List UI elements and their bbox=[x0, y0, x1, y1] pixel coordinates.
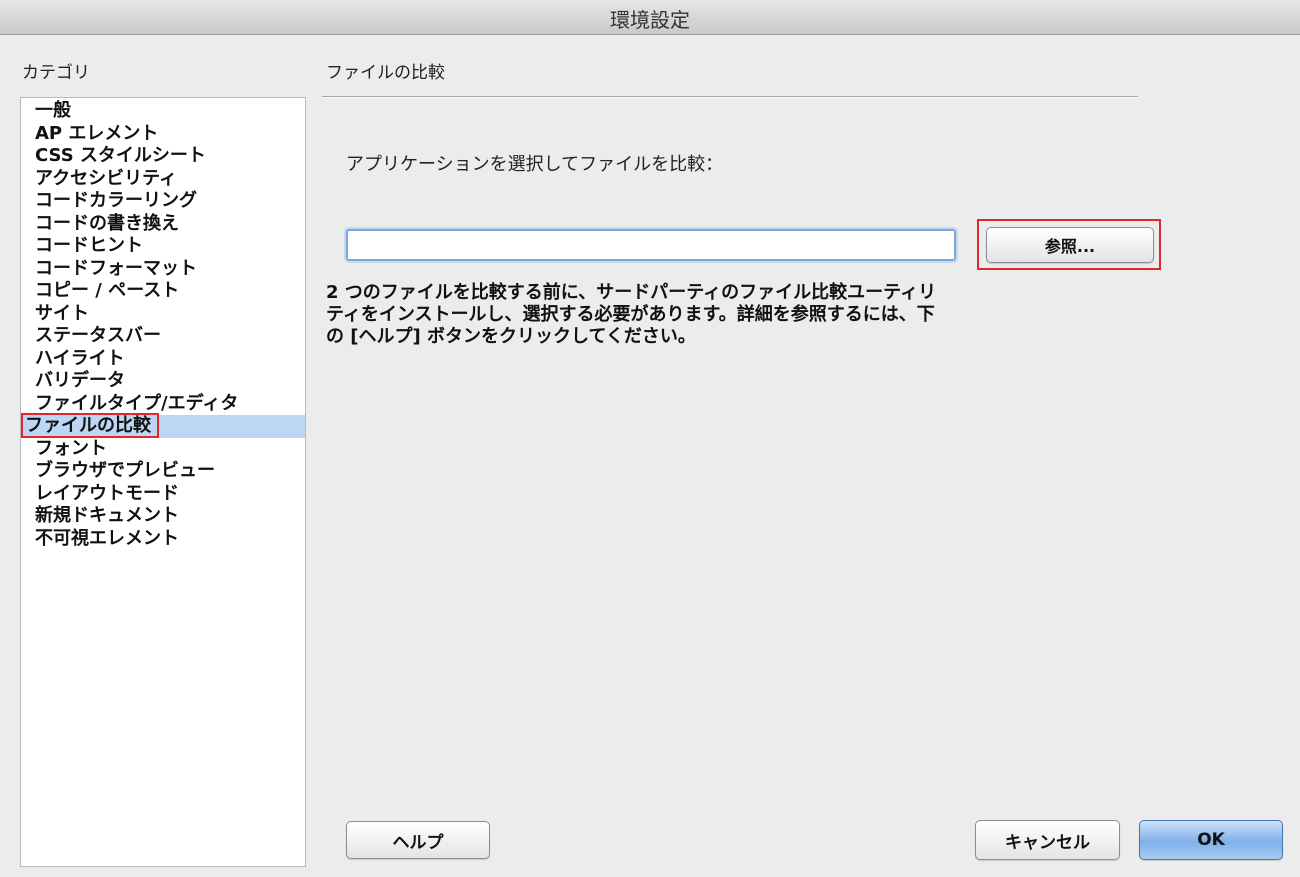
preferences-dialog: 環境設定 カテゴリ 一般 AP エレメント CSS スタイルシート アクセシビリティコ… bbox=[0, 0, 1300, 877]
category-item-label: コードの書き換え bbox=[35, 212, 179, 234]
category-item[interactable]: 不可視エレメント bbox=[21, 528, 305, 551]
category-item-label: ファイルの比較 bbox=[21, 413, 159, 438]
category-item-label: サイト bbox=[35, 302, 89, 324]
category-item-label: 不可視エレメント bbox=[35, 527, 179, 549]
help-description-line: ティをインストールし、選択する必要があります。詳細を参照するには、下 bbox=[326, 304, 935, 325]
help-description: 2 つのファイルを比較する前に、サードパーティのファイル比較ユーティリ ティをイ… bbox=[326, 282, 1046, 348]
category-item-label: 新規ドキュメント bbox=[35, 505, 179, 526]
section-title: ファイルの比較 bbox=[326, 63, 445, 83]
compare-app-path-input[interactable] bbox=[346, 229, 956, 261]
category-item-label: コードフォーマット bbox=[35, 257, 197, 279]
category-item-selected[interactable]: ファイルの比較 bbox=[21, 413, 305, 438]
category-item-label: AP エレメント bbox=[35, 122, 159, 144]
category-item[interactable]: CSS スタイルシート bbox=[21, 145, 305, 168]
category-item-label: アクセシビリティ bbox=[35, 167, 178, 189]
section-divider bbox=[322, 96, 1138, 98]
category-list[interactable]: 一般 AP エレメント CSS スタイルシート アクセシビリティ コードカラーリング コー… bbox=[20, 97, 306, 867]
window-title: 環境設定 bbox=[610, 8, 690, 32]
compare-app-label: アプリケーションを選択してファイルを比較： bbox=[346, 154, 724, 175]
category-item-label: コードカラーリング bbox=[35, 190, 197, 211]
category-item-label: コピー / ペースト bbox=[35, 280, 180, 301]
category-item[interactable]: ステータスバー bbox=[21, 325, 305, 348]
category-heading: カテゴリ bbox=[22, 63, 90, 83]
help-description-line: の [ヘルプ] ボタンをクリックしてください。 bbox=[326, 326, 696, 347]
category-item-label: 一般 bbox=[35, 100, 71, 121]
category-item[interactable]: AP エレメント bbox=[21, 123, 305, 146]
category-item-label: ステータスバー bbox=[35, 325, 161, 346]
category-item-label: ファイルタイプ/エディタ bbox=[35, 392, 239, 414]
category-item-label: ハイライト bbox=[35, 347, 125, 369]
category-item-label: フォント bbox=[35, 437, 107, 459]
category-item[interactable]: アクセシビリティ bbox=[21, 168, 305, 191]
category-item[interactable]: バリデータ bbox=[21, 370, 305, 393]
category-item[interactable]: コードフォーマット bbox=[21, 258, 305, 281]
category-item-label: バリデータ bbox=[35, 370, 125, 391]
category-item-label: レイアウトモード bbox=[35, 482, 179, 504]
category-item[interactable]: コードヒント bbox=[21, 235, 305, 258]
category-item[interactable]: 一般 bbox=[21, 100, 305, 123]
category-item[interactable]: ブラウザでプレビュー bbox=[21, 460, 305, 483]
browse-button[interactable]: 参照... bbox=[986, 227, 1154, 263]
category-item[interactable]: ハイライト bbox=[21, 348, 305, 371]
title-bar: 環境設定 bbox=[0, 0, 1300, 35]
category-item[interactable]: サイト bbox=[21, 303, 305, 326]
category-item[interactable]: コードの書き換え bbox=[21, 213, 305, 236]
category-item-label: コードヒント bbox=[35, 235, 143, 256]
help-button[interactable]: ヘルプ bbox=[346, 821, 490, 859]
category-item[interactable]: 新規ドキュメント bbox=[21, 505, 305, 528]
category-item-label: CSS スタイルシート bbox=[35, 145, 206, 166]
category-item-label: ブラウザでプレビュー bbox=[35, 460, 215, 481]
category-item[interactable]: ファイルタイプ/エディタ bbox=[21, 393, 305, 416]
category-item[interactable]: コピー / ペースト bbox=[21, 280, 305, 303]
help-description-line: 2 つのファイルを比較する前に、サードパーティのファイル比較ユーティリ bbox=[326, 282, 937, 303]
category-item[interactable]: レイアウトモード bbox=[21, 483, 305, 506]
ok-button[interactable]: OK bbox=[1139, 820, 1283, 860]
category-item[interactable]: コードカラーリング bbox=[21, 190, 305, 213]
category-item[interactable]: フォント bbox=[21, 438, 305, 461]
cancel-button[interactable]: キャンセル bbox=[975, 820, 1120, 860]
